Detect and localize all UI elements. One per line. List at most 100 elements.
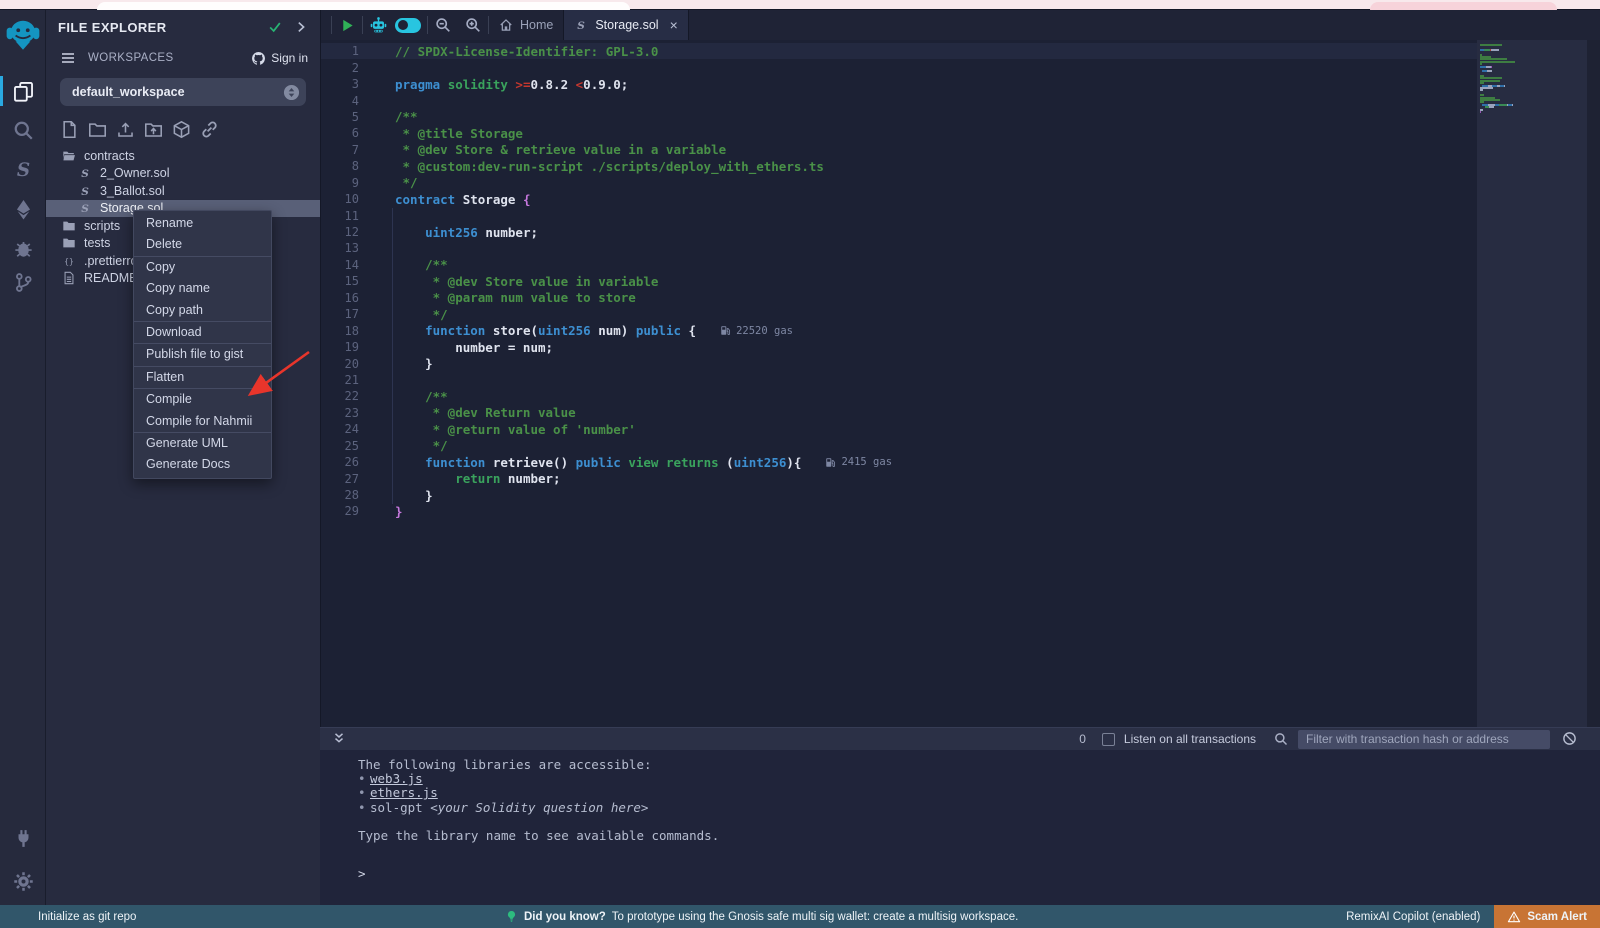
terminal-output[interactable]: The following libraries are accessible:w…	[320, 750, 1600, 905]
sidebar-icon-search[interactable]	[0, 113, 46, 147]
remix-logo-icon[interactable]	[4, 16, 42, 54]
terminal-prompt[interactable]: >	[358, 867, 1600, 881]
code-line[interactable]: 15 * @dev Store value in variable	[321, 273, 1476, 289]
code-line[interactable]: 8 * @custom:dev-run-script ./scripts/dep…	[321, 158, 1476, 174]
sidebar-icon-settings[interactable]	[0, 864, 46, 898]
code-line[interactable]: 13	[321, 240, 1476, 256]
listen-transactions-checkbox[interactable]	[1102, 733, 1115, 746]
tab-home[interactable]: Home	[489, 10, 563, 40]
code-line[interactable]: 28 }	[321, 487, 1476, 503]
code-line[interactable]: 21	[321, 372, 1476, 388]
code-line[interactable]: 5/**	[321, 109, 1476, 125]
collapse-terminal-icon[interactable]	[332, 731, 348, 747]
code-line[interactable]: 17 */	[321, 306, 1476, 322]
copilot-toggle[interactable]	[395, 18, 421, 33]
search-icon[interactable]	[1274, 732, 1289, 747]
copilot-status[interactable]: RemixAI Copilot (enabled)	[1346, 911, 1480, 923]
code-line[interactable]: 27 return number;	[321, 470, 1476, 486]
new-file-icon[interactable]	[60, 120, 79, 139]
code-line[interactable]: 22 /**	[321, 388, 1476, 404]
code-line[interactable]: 4	[321, 92, 1476, 108]
sidebar-icon-file-explorer[interactable]	[0, 74, 46, 108]
tree-item-2-owner-sol[interactable]: S2_Owner.sol	[46, 165, 320, 183]
code-line[interactable]: 11	[321, 207, 1476, 223]
close-tab-icon[interactable]: ×	[670, 18, 678, 32]
menu-item-copy-name[interactable]: Copy name	[134, 278, 271, 299]
code-line[interactable]: 20 }	[321, 355, 1476, 371]
sidebar-icon-plugin-manager[interactable]	[0, 821, 46, 855]
library-link[interactable]: web3.js	[370, 771, 423, 786]
menu-item-copy[interactable]: Copy	[134, 257, 271, 278]
tree-item-3-ballot-sol[interactable]: S3_Ballot.sol	[46, 182, 320, 200]
load-cube-icon[interactable]	[172, 120, 191, 139]
code-line[interactable]: 26 function retrieve() public view retur…	[321, 454, 1476, 470]
menu-item-publish-file-to-gist[interactable]: Publish file to gist	[134, 344, 271, 365]
code-line[interactable]: 3pragma solidity >=0.8.2 <0.9.0;	[321, 76, 1476, 92]
minimap[interactable]	[1477, 40, 1587, 727]
library-link[interactable]: ethers.js	[370, 785, 438, 800]
code-line[interactable]: 14 /**	[321, 257, 1476, 273]
menu-item-generate-docs[interactable]: Generate Docs	[134, 454, 271, 475]
code-line[interactable]: 6 * @title Storage	[321, 125, 1476, 141]
clear-console-icon[interactable]	[1562, 731, 1578, 747]
upload-file-icon[interactable]	[116, 120, 135, 139]
solidity-icon: S	[77, 183, 92, 198]
chevron-right-icon[interactable]	[292, 18, 310, 36]
listen-transactions-label[interactable]: Listen on all transactions	[1124, 732, 1256, 746]
ai-copilot-icon[interactable]	[363, 10, 393, 40]
sidebar-icon-git[interactable]	[0, 265, 46, 299]
code-line[interactable]: 25 */	[321, 438, 1476, 454]
terminal-text-line: Type the library name to see available c…	[358, 829, 1600, 843]
code-line[interactable]: 18 function store(uint256 num) public {2…	[321, 322, 1476, 338]
menu-item-compile[interactable]: Compile	[134, 389, 271, 410]
gas-estimate-badge: 22520 gas	[720, 325, 793, 337]
code-line[interactable]: 9 */	[321, 175, 1476, 191]
upload-folder-icon[interactable]	[144, 120, 163, 139]
hamburger-menu-icon[interactable]	[60, 50, 76, 66]
menu-item-download[interactable]: Download	[134, 322, 271, 343]
lightbulb-icon	[505, 910, 518, 923]
sign-in-button[interactable]: Sign in	[251, 51, 308, 66]
code-line[interactable]: 2	[321, 59, 1476, 75]
sidebar-icon-debugger[interactable]	[0, 231, 46, 265]
code-line[interactable]: 23 * @dev Return value	[321, 405, 1476, 421]
code-text: * @param num value to store	[377, 290, 636, 305]
import-link-icon[interactable]	[200, 120, 219, 139]
menu-item-delete[interactable]: Delete	[134, 234, 271, 255]
scam-alert-button[interactable]: Scam Alert	[1494, 905, 1600, 928]
menu-item-compile-for-nahmii[interactable]: Compile for Nahmii	[134, 411, 271, 432]
code-line[interactable]: 16 * @param num value to store	[321, 290, 1476, 306]
menu-item-copy-path[interactable]: Copy path	[134, 300, 271, 321]
sidebar-icon-solidity-compiler[interactable]: S	[0, 152, 46, 186]
menu-item-flatten[interactable]: Flatten	[134, 367, 271, 388]
code-line[interactable]: 10contract Storage {	[321, 191, 1476, 207]
init-git-repo-button[interactable]: Initialize as git repo	[0, 911, 136, 923]
code-line[interactable]: 29}	[321, 503, 1476, 519]
tab-label: Storage.sol	[595, 18, 658, 32]
line-number: 18	[321, 324, 377, 338]
menu-item-rename[interactable]: Rename	[134, 213, 271, 234]
transaction-filter-input[interactable]	[1298, 730, 1550, 749]
tab-storage-sol[interactable]: S Storage.sol ×	[563, 10, 688, 40]
zoom-out-button[interactable]	[428, 10, 458, 40]
scrollbar-track[interactable]	[1587, 40, 1600, 727]
run-script-button[interactable]	[332, 10, 362, 40]
panel-title: FILE EXPLORER	[58, 20, 258, 35]
code-line[interactable]: 24 * @return value of 'number'	[321, 421, 1476, 437]
sidebar-icon-deploy-run[interactable]	[0, 192, 46, 226]
code-line[interactable]: 1// SPDX-License-Identifier: GPL-3.0	[321, 43, 1476, 59]
minimap-content	[1480, 44, 1515, 113]
zoom-in-button[interactable]	[458, 10, 488, 40]
code-line[interactable]: 12 uint256 number;	[321, 224, 1476, 240]
line-number: 3	[321, 77, 377, 91]
workspace-selector[interactable]: default_workspace	[60, 78, 306, 106]
tree-item-contracts[interactable]: contracts	[46, 147, 320, 165]
code-line[interactable]: 19 number = num;	[321, 339, 1476, 355]
code-editor[interactable]: 1// SPDX-License-Identifier: GPL-3.023pr…	[321, 40, 1600, 727]
check-icon[interactable]	[266, 18, 284, 36]
line-number: 24	[321, 422, 377, 436]
new-folder-icon[interactable]	[88, 120, 107, 139]
line-number: 16	[321, 291, 377, 305]
menu-item-generate-uml[interactable]: Generate UML	[134, 433, 271, 454]
code-line[interactable]: 7 * @dev Store & retrieve value in a var…	[321, 142, 1476, 158]
